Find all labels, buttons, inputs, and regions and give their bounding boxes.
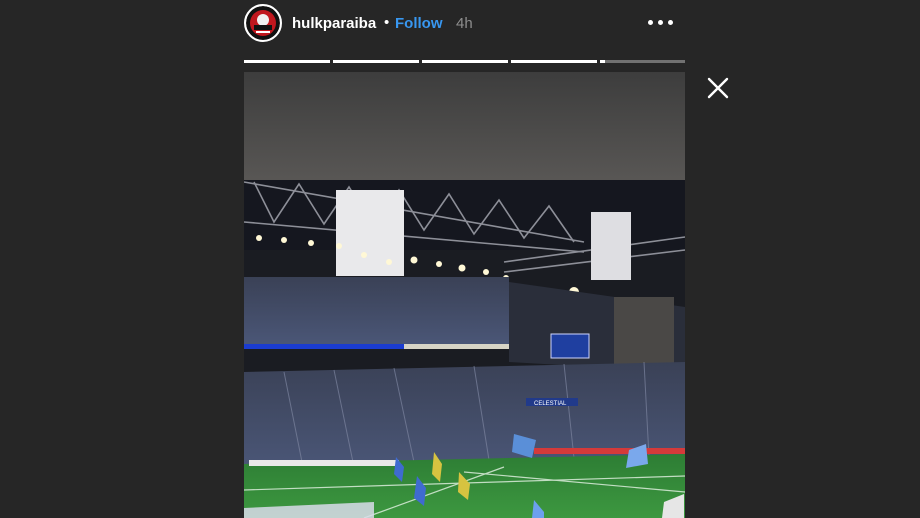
progress-segment (422, 60, 508, 63)
progress-segment (600, 60, 685, 63)
more-options-icon[interactable] (644, 12, 678, 32)
story-media[interactable]: CELESTIAL (244, 72, 685, 518)
progress-segment (244, 60, 330, 63)
stadium-image: CELESTIAL (244, 72, 685, 518)
close-icon[interactable] (706, 76, 730, 100)
separator-dot: • (384, 14, 390, 31)
profile-avatar[interactable] (244, 4, 282, 42)
progress-segment (333, 60, 419, 63)
board-text: CELESTIAL (534, 401, 567, 407)
story-progress (244, 60, 685, 63)
story-header: hulkparaiba • Follow 4h (244, 4, 684, 42)
username[interactable]: hulkparaiba (292, 15, 376, 32)
follow-button[interactable]: Follow (395, 15, 443, 32)
post-time: 4h (456, 15, 473, 32)
progress-segment (511, 60, 597, 63)
